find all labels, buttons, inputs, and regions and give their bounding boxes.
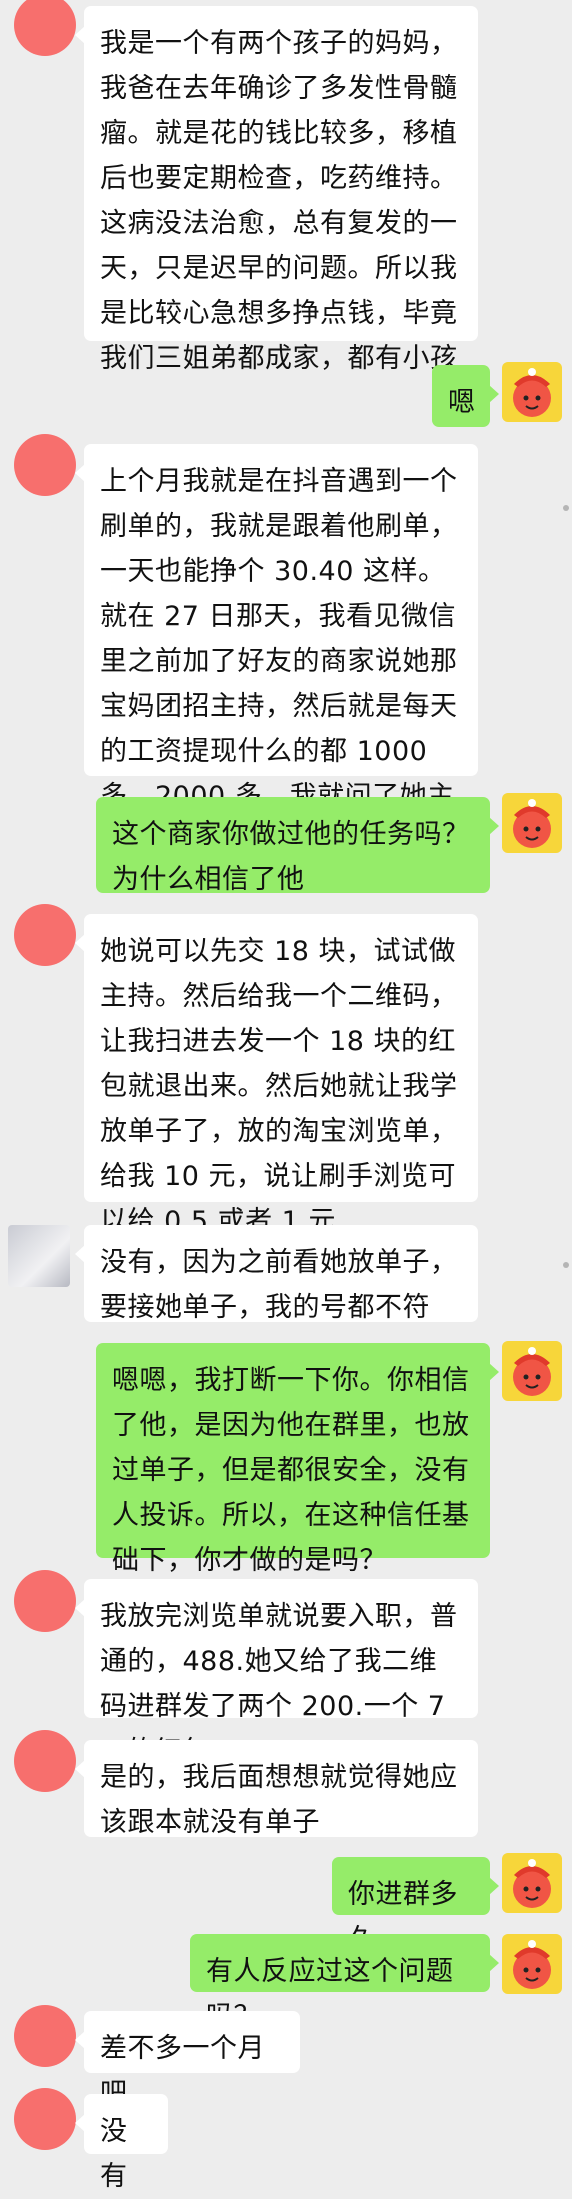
scroll-indicator-dot — [563, 505, 569, 511]
pink-blob-avatar[interactable] — [8, 2088, 76, 2156]
message-bubble-outgoing: 有人反应过这个问题吗？ — [190, 1934, 499, 2032]
message-bubble-outgoing: 嗯 — [432, 365, 499, 427]
photo-avatar[interactable] — [8, 1225, 70, 1287]
bear-avatar[interactable] — [502, 1934, 564, 1996]
bear-icon — [513, 1859, 551, 1908]
message-bubble-outgoing: 你进群多久 — [332, 1857, 499, 1955]
pink-blob-avatar[interactable] — [8, 904, 76, 972]
chat-conversation: 我是一个有两个孩子的妈妈，我爸在去年确诊了多发性骨髓瘤。就是花的钱比较多，移植后… — [0, 0, 572, 2192]
bear-avatar[interactable] — [502, 1341, 564, 1403]
message-bubble-incoming: 没有，因为之前看她放单子，要接她单子，我的号都不符 — [75, 1225, 478, 1323]
bear-icon — [513, 799, 551, 848]
bear-icon — [513, 1940, 551, 1989]
scroll-indicator-dot — [563, 1262, 569, 1268]
message-bubble-incoming: 是的，我后面想想就觉得她应该跟本就没有单子 — [75, 1740, 478, 1838]
message-bubble-outgoing: 嗯嗯，我打断一下你。你相信了他，是因为他在群里，也放过单子，但是都很安全，没有人… — [96, 1343, 499, 1576]
bear-avatar[interactable] — [502, 1853, 564, 1915]
pink-blob-avatar[interactable] — [8, 1730, 76, 1798]
bear-icon — [513, 1347, 551, 1396]
bear-avatar[interactable] — [502, 362, 564, 424]
bear-icon — [513, 368, 551, 417]
pink-blob-avatar[interactable] — [8, 0, 76, 62]
message-bubble-incoming: 上个月我就是在抖音遇到一个刷单的，我就是跟着他刷单，一天也能挣个 30.40 这… — [75, 444, 478, 857]
message-bubble-incoming: 我放完浏览单就说要入职，普通的，488.她又给了我二维码进群发了两个 200.一… — [75, 1579, 478, 1767]
message-bubble-incoming: 差不多一个月吧 — [75, 2011, 300, 2109]
message-bubble-outgoing: 这个商家你做过他的任务吗？为什么相信了他 — [96, 797, 499, 895]
pink-blob-avatar[interactable] — [8, 2005, 76, 2073]
message-bubble-incoming: 我是一个有两个孩子的妈妈，我爸在去年确诊了多发性骨髓瘤。就是花的钱比较多，移植后… — [75, 6, 478, 374]
message-bubble-incoming: 没有 — [75, 2094, 168, 2192]
pink-blob-avatar[interactable] — [8, 1570, 76, 1638]
message-bubble-incoming: 她说可以先交 18 块，试试做主持。然后给我一个二维码，让我扫进去发一个 18 … — [75, 914, 478, 1237]
bear-avatar[interactable] — [502, 793, 564, 855]
pink-blob-avatar[interactable] — [8, 434, 76, 502]
